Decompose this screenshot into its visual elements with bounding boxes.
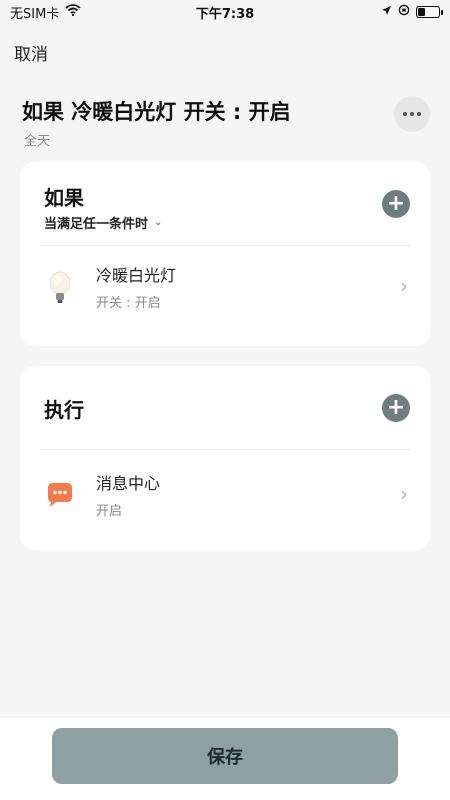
condition-item[interactable]: 冷暖白光灯 开关 : 开启 ›: [20, 252, 430, 322]
plus-icon: +: [386, 395, 406, 420]
condition-device-state: 开关 : 开启: [96, 296, 161, 311]
divider: [40, 449, 410, 450]
chevron-down-icon: ⌄: [154, 217, 163, 228]
divider: [40, 245, 410, 246]
condition-mode-label: 当满足任一条件时: [44, 217, 149, 232]
status-right: [381, 4, 443, 20]
bottom-bar: 保存: [0, 718, 450, 800]
chevron-right-icon: ›: [400, 274, 408, 298]
more-dot: [410, 112, 414, 116]
condition-mode-dropdown[interactable]: 当满足任一条件时 ⌄: [44, 213, 162, 232]
message-bubble-icon: [44, 478, 76, 514]
status-bar: 无SIM卡 下午7:38: [0, 0, 450, 24]
wifi-icon: [65, 4, 81, 20]
more-dots-icon: [403, 112, 407, 116]
add-action-button[interactable]: +: [382, 394, 410, 422]
cancel-button[interactable]: 取消: [14, 40, 48, 65]
battery-icon: [416, 6, 443, 18]
if-card: 如果 当满足任一条件时 ⌄ + 冷暖白光灯 开关 : 开启 ›: [20, 162, 430, 346]
status-left: 无SIM卡: [10, 3, 81, 22]
action-item[interactable]: 消息中心 开启 ›: [20, 460, 430, 530]
more-options-button[interactable]: [394, 96, 430, 132]
page-title: 如果 冷暖白光灯 开关 : 开启: [22, 100, 291, 124]
more-dot: [417, 112, 421, 116]
orientation-lock-icon: [398, 4, 410, 20]
do-card-header: 执行: [44, 394, 84, 423]
lightbulb-icon: [44, 270, 76, 306]
plus-icon: +: [386, 191, 406, 216]
do-card-title: 执行: [44, 398, 84, 422]
chevron-right-icon: ›: [400, 482, 408, 506]
if-card-header: 如果 当满足任一条件时 ⌄: [44, 182, 162, 232]
condition-device-name: 冷暖白光灯: [96, 266, 177, 285]
add-condition-button[interactable]: +: [382, 190, 410, 218]
if-card-title: 如果: [44, 186, 84, 210]
save-button[interactable]: 保存: [52, 728, 398, 784]
do-card: 执行 + 消息中心 开启 ›: [20, 366, 430, 550]
location-arrow-icon: [381, 5, 392, 20]
screen: 无SIM卡 下午7:38 取消 如果 冷暖白光灯 开关 : 开启 全天 如果 当…: [0, 0, 450, 800]
action-state: 开启: [96, 504, 123, 519]
status-time: 下午7:38: [195, 6, 255, 22]
carrier-label: 无SIM卡: [10, 6, 60, 22]
action-name: 消息中心: [96, 474, 161, 493]
schedule-subtitle[interactable]: 全天: [24, 130, 50, 149]
